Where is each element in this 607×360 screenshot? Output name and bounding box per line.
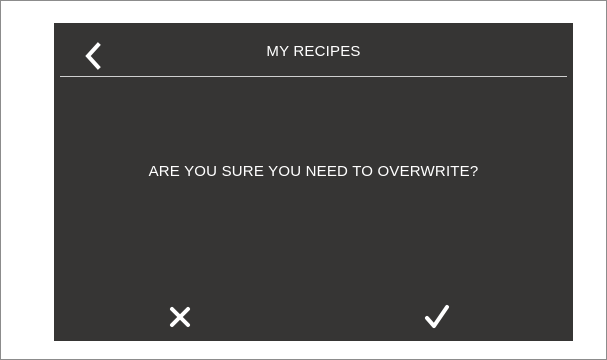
header-divider: [60, 76, 567, 77]
device-frame: MY RECIPES ARE YOU SURE YOU NEED TO OVER…: [0, 0, 607, 360]
recipe-screen: MY RECIPES ARE YOU SURE YOU NEED TO OVER…: [54, 23, 573, 341]
confirm-button[interactable]: [423, 303, 451, 331]
overwrite-confirmation-message: ARE YOU SURE YOU NEED TO OVERWRITE?: [148, 163, 479, 180]
page-title: MY RECIPES: [266, 43, 361, 60]
cancel-button[interactable]: [168, 305, 192, 329]
close-icon: [168, 305, 192, 329]
check-icon: [423, 303, 451, 331]
